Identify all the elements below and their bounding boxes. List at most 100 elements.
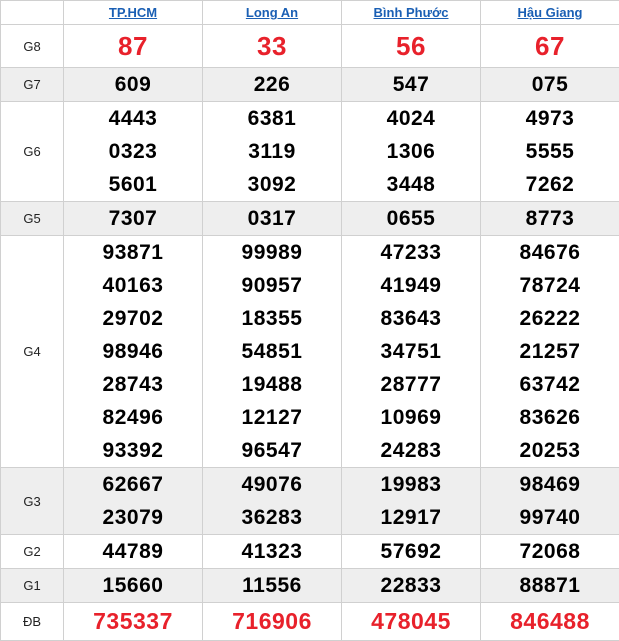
lottery-results-table: TP.HCM Long An Bình Phước Hậu Giang G8 8… [0, 0, 619, 641]
prize-number: 10969 [342, 401, 480, 434]
prize-number: 21257 [481, 335, 619, 368]
prize-row-g7: G7 609 226 547 075 [1, 68, 619, 102]
prize-number: 93392 [64, 434, 202, 467]
prize-number: 7307 [64, 202, 202, 235]
prize-cell: 478045 [342, 603, 481, 641]
prize-number: 99740 [481, 501, 619, 534]
prize-number: 0323 [64, 135, 202, 168]
prize-cell: 735337 [64, 603, 203, 641]
province-link-long-an[interactable]: Long An [203, 1, 342, 25]
prize-row-g6: G6 4443 0323 5601 6381 3119 3092 4024 13… [1, 102, 619, 202]
prize-number: 57692 [342, 535, 480, 568]
prize-number: 5555 [481, 135, 619, 168]
prize-number: 5601 [64, 168, 202, 201]
prize-number: 90957 [203, 269, 341, 302]
prize-cell: 226 [203, 68, 342, 102]
prize-label: G1 [1, 569, 64, 603]
prize-cell: 0317 [203, 202, 342, 236]
prize-number: 1306 [342, 135, 480, 168]
prize-number: 0655 [342, 202, 480, 235]
prize-cell: 98469 99740 [481, 468, 619, 535]
prize-row-g1: G1 15660 11556 22833 88871 [1, 569, 619, 603]
prize-number: 98469 [481, 468, 619, 501]
prize-number: 18355 [203, 302, 341, 335]
prize-number: 28777 [342, 368, 480, 401]
province-link-tphcm[interactable]: TP.HCM [64, 1, 203, 25]
prize-label: G7 [1, 68, 64, 102]
prize-number: 19488 [203, 368, 341, 401]
prize-number: 88871 [481, 569, 619, 602]
prize-number: 63742 [481, 368, 619, 401]
prize-label: G3 [1, 468, 64, 535]
prize-row-g8: G8 87 33 56 67 [1, 25, 619, 68]
prize-number: 12127 [203, 401, 341, 434]
prize-cell: 19983 12917 [342, 468, 481, 535]
prize-cell: 11556 [203, 569, 342, 603]
prize-cell: 547 [342, 68, 481, 102]
prize-cell: 716906 [203, 603, 342, 641]
prize-row-special: ĐB 735337 716906 478045 846488 [1, 603, 619, 641]
header-row: TP.HCM Long An Bình Phước Hậu Giang [1, 1, 619, 25]
prize-number: 56 [342, 30, 480, 63]
prize-row-g3: G3 62667 23079 49076 36283 19983 12917 9… [1, 468, 619, 535]
prize-number: 72068 [481, 535, 619, 568]
prize-number: 87 [64, 30, 202, 63]
prize-cell: 99989 90957 18355 54851 19488 12127 9654… [203, 236, 342, 468]
prize-number: 96547 [203, 434, 341, 467]
prize-number: 20253 [481, 434, 619, 467]
prize-number: 84676 [481, 236, 619, 269]
prize-number: 83626 [481, 401, 619, 434]
prize-number: 98946 [64, 335, 202, 368]
prize-row-g2: G2 44789 41323 57692 72068 [1, 535, 619, 569]
prize-number: 22833 [342, 569, 480, 602]
prize-number: 93871 [64, 236, 202, 269]
prize-cell: 93871 40163 29702 98946 28743 82496 9339… [64, 236, 203, 468]
province-link-hau-giang[interactable]: Hậu Giang [481, 1, 619, 25]
prize-row-g4: G4 93871 40163 29702 98946 28743 82496 9… [1, 236, 619, 468]
prize-number: 3119 [203, 135, 341, 168]
prize-cell: 075 [481, 68, 619, 102]
prize-label: G2 [1, 535, 64, 569]
prize-cell: 47233 41949 83643 34751 28777 10969 2428… [342, 236, 481, 468]
prize-number: 78724 [481, 269, 619, 302]
prize-number: 83643 [342, 302, 480, 335]
prize-number: 11556 [203, 569, 341, 602]
prize-number: 8773 [481, 202, 619, 235]
prize-cell: 33 [203, 25, 342, 68]
prize-number: 846488 [481, 605, 619, 638]
prize-number: 44789 [64, 535, 202, 568]
province-link-binh-phuoc[interactable]: Bình Phước [342, 1, 481, 25]
prize-number: 41949 [342, 269, 480, 302]
prize-cell: 609 [64, 68, 203, 102]
prize-cell: 7307 [64, 202, 203, 236]
prize-cell: 41323 [203, 535, 342, 569]
prize-cell: 88871 [481, 569, 619, 603]
prize-label: G6 [1, 102, 64, 202]
prize-number: 19983 [342, 468, 480, 501]
prize-number: 735337 [64, 605, 202, 638]
prize-number: 0317 [203, 202, 341, 235]
prize-number: 47233 [342, 236, 480, 269]
header-corner [1, 1, 64, 25]
prize-cell: 6381 3119 3092 [203, 102, 342, 202]
prize-cell: 67 [481, 25, 619, 68]
prize-number: 62667 [64, 468, 202, 501]
prize-cell: 84676 78724 26222 21257 63742 83626 2025… [481, 236, 619, 468]
prize-number: 716906 [203, 605, 341, 638]
prize-number: 4443 [64, 102, 202, 135]
prize-cell: 49076 36283 [203, 468, 342, 535]
prize-label: G4 [1, 236, 64, 468]
prize-label: ĐB [1, 603, 64, 641]
prize-cell: 56 [342, 25, 481, 68]
prize-number: 99989 [203, 236, 341, 269]
prize-cell: 8773 [481, 202, 619, 236]
prize-number: 24283 [342, 434, 480, 467]
prize-number: 12917 [342, 501, 480, 534]
prize-number: 23079 [64, 501, 202, 534]
prize-number: 6381 [203, 102, 341, 135]
prize-number: 41323 [203, 535, 341, 568]
prize-number: 075 [481, 68, 619, 101]
prize-number: 40163 [64, 269, 202, 302]
prize-cell: 87 [64, 25, 203, 68]
prize-number: 547 [342, 68, 480, 101]
